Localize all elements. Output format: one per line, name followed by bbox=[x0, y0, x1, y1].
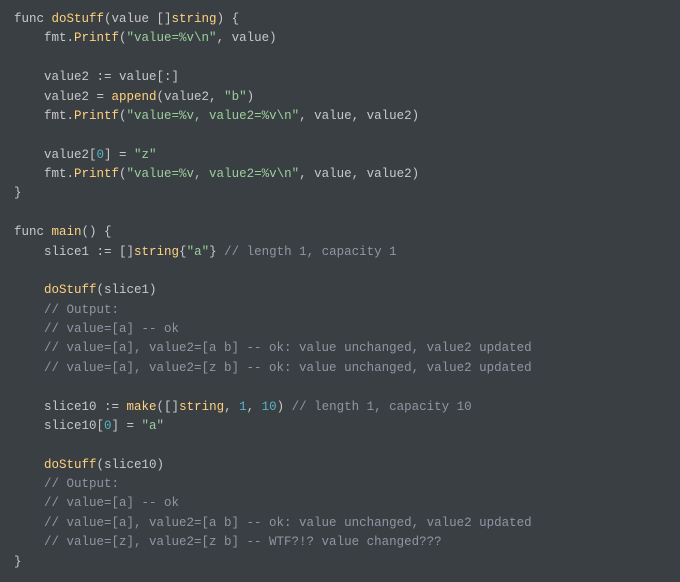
line: func main() { bbox=[14, 225, 112, 239]
line: value2 = append(value2, "b") bbox=[14, 90, 254, 104]
line: doStuff(slice10) bbox=[14, 458, 164, 472]
line: } bbox=[14, 186, 22, 200]
line: // Output: bbox=[14, 477, 119, 491]
line: } bbox=[14, 555, 22, 569]
line: // value=[a] -- ok bbox=[14, 496, 179, 510]
line: // value=[a] -- ok bbox=[14, 322, 179, 336]
line: value2 := value[:] bbox=[14, 70, 179, 84]
line: fmt.Printf("value=%v\n", value) bbox=[14, 31, 277, 45]
line: slice10 := make([]string, 1, 10) // leng… bbox=[14, 400, 472, 414]
line: slice10[0] = "a" bbox=[14, 419, 164, 433]
line: fmt.Printf("value=%v, value2=%v\n", valu… bbox=[14, 109, 419, 123]
line: fmt.Printf("value=%v, value2=%v\n", valu… bbox=[14, 167, 419, 181]
line: // Output: bbox=[14, 303, 119, 317]
line: // value=[a], value2=[a b] -- ok: value … bbox=[14, 516, 532, 530]
line: // value=[z], value2=[z b] -- WTF?!? val… bbox=[14, 535, 442, 549]
line: func doStuff(value []string) { bbox=[14, 12, 239, 26]
line: value2[0] = "z" bbox=[14, 148, 157, 162]
line: // value=[a], value2=[z b] -- ok: value … bbox=[14, 361, 532, 375]
code-block: func doStuff(value []string) { fmt.Print… bbox=[0, 0, 680, 582]
line: doStuff(slice1) bbox=[14, 283, 157, 297]
line: // value=[a], value2=[a b] -- ok: value … bbox=[14, 341, 532, 355]
line: slice1 := []string{"a"} // length 1, cap… bbox=[14, 245, 397, 259]
